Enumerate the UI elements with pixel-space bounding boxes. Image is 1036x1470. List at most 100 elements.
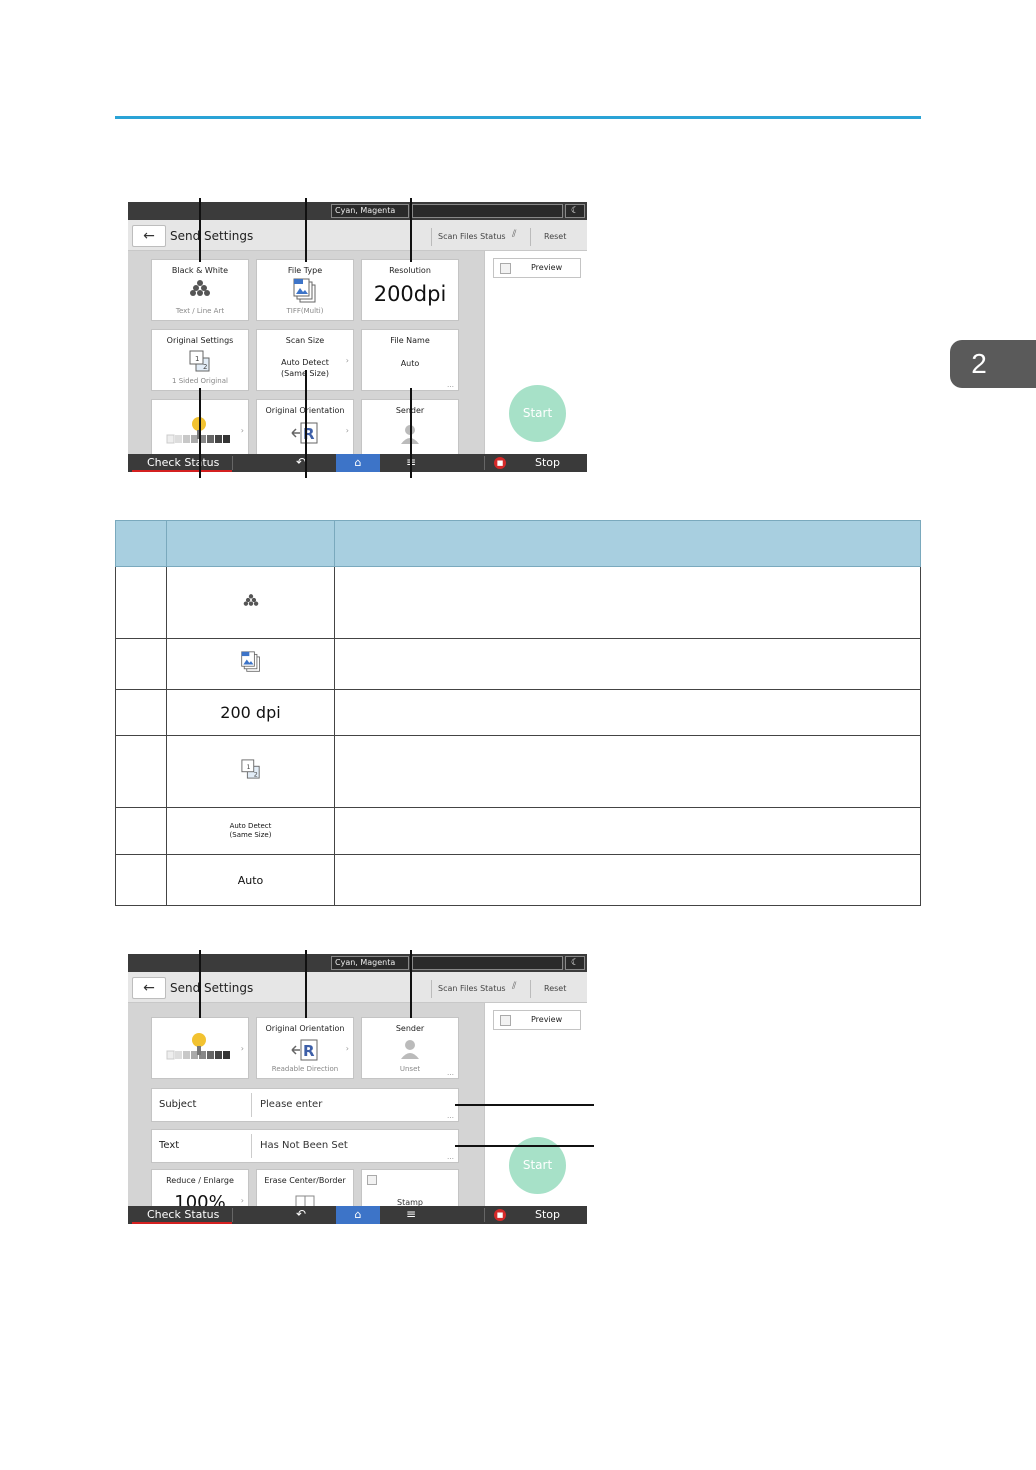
preview-button[interactable]: Preview [493, 1010, 581, 1030]
status-message: Cyan, Magenta [331, 956, 409, 970]
file-name-tile[interactable]: File Name Auto … [361, 329, 459, 391]
original-orientation-tile[interactable]: Original Orientation R › Readable Direct… [256, 1017, 354, 1079]
chevron-right-icon: › [345, 1044, 349, 1053]
alert-indicator [132, 470, 232, 472]
back-button[interactable]: ← [132, 977, 166, 999]
text-field[interactable]: Text Has Not Been Set … [151, 1129, 459, 1163]
reset-icon: ⫽ [512, 229, 517, 240]
stop-icon: ■ [494, 457, 506, 469]
callout-line [410, 198, 412, 262]
tile-value: Unset [399, 1065, 421, 1073]
back-arrow-icon[interactable]: ↶ [296, 1207, 306, 1221]
preview-label: Preview [531, 263, 563, 272]
svg-text:1: 1 [246, 764, 250, 771]
scan-size-line1: Auto Detect [281, 358, 329, 367]
stop-button[interactable]: Stop [535, 1208, 560, 1221]
tile-label: Black & White [171, 266, 229, 275]
table-cell [115, 735, 167, 808]
color-tile[interactable]: Black & White Text / Line Art [151, 259, 249, 321]
table-cell: 200 dpi [166, 689, 335, 736]
bar-divider [232, 456, 233, 470]
chapter-number: 2 [971, 348, 987, 379]
energy-saver-icon[interactable]: ☾ [565, 956, 585, 970]
scan-files-status-button[interactable]: Scan Files Status [438, 232, 506, 241]
reset-icon: ⫽ [512, 981, 517, 992]
tile-label: Resolution [389, 266, 431, 275]
field-divider [251, 1134, 252, 1158]
table-cell [115, 689, 167, 736]
scan-files-status-button[interactable]: Scan Files Status [438, 984, 506, 993]
bar-divider [484, 1208, 485, 1222]
tile-value: Text / Line Art [175, 307, 225, 315]
resolution-tile[interactable]: Resolution 200dpi [361, 259, 459, 321]
chevron-right-icon: › [240, 1196, 244, 1205]
tile-label: File Type [287, 266, 323, 275]
header-divider [431, 228, 432, 246]
check-status-button[interactable]: Check Status [147, 1208, 219, 1221]
reset-button[interactable]: Reset [544, 232, 566, 241]
color-icon [152, 279, 248, 297]
density-icon [152, 1032, 248, 1060]
file-type-tile[interactable]: File Type TIFF(Multi) [256, 259, 354, 321]
file-name-text: Auto [237, 874, 264, 887]
text-label: Text [159, 1140, 180, 1151]
table-cell [334, 807, 921, 855]
menu-icon[interactable]: ≡ [406, 1207, 416, 1221]
table-cell [334, 854, 921, 906]
density-tile[interactable]: › [151, 1017, 249, 1079]
svg-text:2: 2 [253, 771, 257, 778]
preview-button[interactable]: Preview [493, 258, 581, 278]
table-header-cell [334, 520, 921, 567]
home-icon[interactable]: ⌂ [336, 1206, 380, 1224]
svg-text:1: 1 [195, 355, 199, 363]
callout-line [199, 198, 201, 262]
subject-value: Please enter [260, 1099, 323, 1110]
screen-title: Send Settings [170, 229, 254, 243]
callout-line [455, 1145, 594, 1147]
header-divider [530, 980, 531, 998]
callout-line [199, 950, 201, 1018]
user-icon [362, 1039, 458, 1059]
table-header-row [115, 520, 921, 567]
back-button[interactable]: ← [132, 225, 166, 247]
header-divider [431, 980, 432, 998]
tile-label: Scan Size [285, 336, 325, 345]
original-settings-tile[interactable]: Original Settings 1 2 1 Sided Original [151, 329, 249, 391]
preview-checkbox[interactable] [500, 263, 511, 274]
tile-value: Readable Direction [271, 1065, 339, 1073]
stop-icon: ■ [494, 1209, 506, 1221]
send-settings-panel-1: Cyan, Magenta ☾ ← Send Settings Scan Fil… [128, 202, 587, 472]
reset-button[interactable]: Reset [544, 984, 566, 993]
original-settings-icon: 1 2 [152, 350, 248, 372]
resolution-text: 200 dpi [220, 702, 281, 722]
table-cell [115, 638, 167, 690]
chevron-right-icon: › [240, 426, 244, 435]
subject-label: Subject [159, 1099, 197, 1110]
resolution-value: 200dpi [373, 282, 447, 306]
energy-saver-icon[interactable]: ☾ [565, 204, 585, 218]
subject-field[interactable]: Subject Please enter … [151, 1088, 459, 1122]
start-button[interactable]: Start [509, 385, 566, 442]
table-cell: Auto [166, 854, 335, 906]
preview-checkbox[interactable] [500, 1015, 511, 1026]
screen-header: ← Send Settings Scan Files Status ⫽ Rese… [128, 972, 587, 1003]
tile-label: File Name [390, 336, 430, 345]
status-message: Cyan, Magenta [331, 204, 409, 218]
home-icon[interactable]: ⌂ [336, 454, 380, 472]
table-cell [334, 566, 921, 639]
tile-label: Erase Center/Border [264, 1176, 346, 1185]
system-bar: Check Status ↶ ⌂ ≡ ■ Stop [128, 1206, 587, 1224]
chevron-right-icon: › [240, 1044, 244, 1053]
screen-header: ← Send Settings Scan Files Status ⫽ Rese… [128, 220, 587, 251]
check-status-button[interactable]: Check Status [147, 456, 219, 469]
stop-button[interactable]: Stop [535, 456, 560, 469]
more-icon: … [447, 381, 454, 389]
table-row [115, 566, 921, 639]
table-row: 200 dpi [115, 689, 921, 736]
tile-label: Reduce / Enlarge [166, 1176, 234, 1185]
stamp-checkbox[interactable] [367, 1175, 377, 1185]
table-cell: Auto Detect (Same Size) [166, 807, 335, 855]
table-cell [334, 689, 921, 736]
sender-tile[interactable]: Sender Unset … [361, 1017, 459, 1079]
header-rule [115, 116, 921, 119]
